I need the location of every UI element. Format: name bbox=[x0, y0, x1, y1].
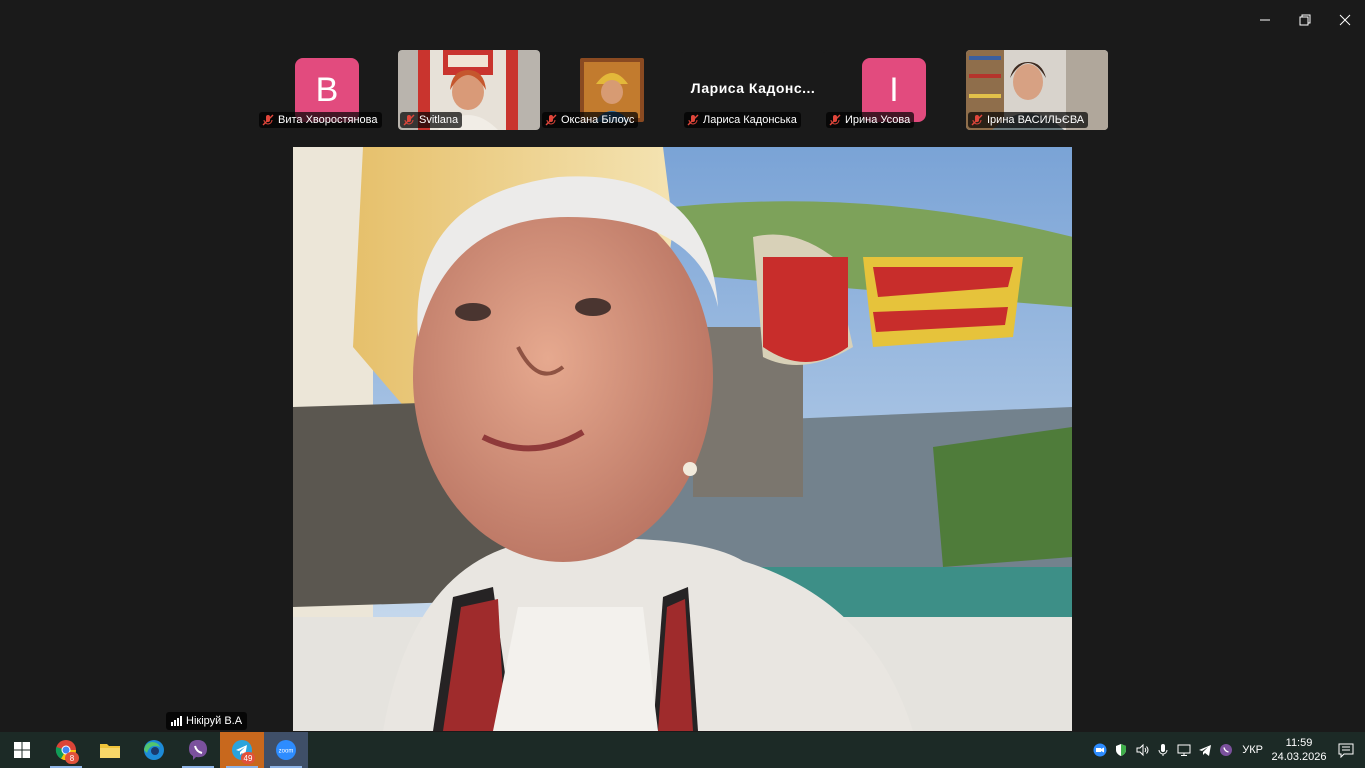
microphone-icon bbox=[1158, 744, 1168, 756]
language-indicator[interactable]: УКР bbox=[1242, 744, 1263, 756]
mic-muted-icon bbox=[262, 114, 274, 126]
participant-name: Ірина ВАСИЛЬЄВА bbox=[987, 114, 1085, 126]
window-controls bbox=[1245, 0, 1365, 40]
participant-name: Вита Хворостянова bbox=[278, 114, 378, 126]
mic-muted-icon bbox=[687, 114, 699, 126]
clock[interactable]: 11:59 24.03.2026 bbox=[1271, 736, 1327, 764]
close-icon bbox=[1339, 14, 1351, 26]
participant-name: Оксана Білоус bbox=[561, 114, 635, 126]
edge-icon bbox=[144, 740, 164, 760]
tray-network[interactable] bbox=[1173, 732, 1194, 768]
viber-tray-icon bbox=[1219, 744, 1232, 756]
action-center-button[interactable] bbox=[1327, 732, 1365, 768]
participant-label: Ірина ВАСИЛЬЄВА bbox=[968, 112, 1089, 128]
close-button[interactable] bbox=[1325, 0, 1365, 40]
restore-icon bbox=[1299, 14, 1311, 26]
clock-date: 24.03.2026 bbox=[1271, 751, 1327, 763]
taskbar-zoom[interactable]: zoom bbox=[264, 732, 308, 768]
notification-badge: 49 bbox=[241, 752, 255, 764]
minimize-button[interactable] bbox=[1245, 0, 1285, 40]
taskbar-telegram[interactable]: 49 bbox=[220, 732, 264, 768]
participant-gallery: B Вита Хворостянова Svitlana Оксана Біло… bbox=[0, 50, 1365, 130]
zoom-icon: zoom bbox=[276, 740, 296, 760]
taskbar: 8 49 zoom УКР 11:59 24.03.2026 bbox=[0, 732, 1365, 768]
notification-badge: 8 bbox=[65, 752, 79, 764]
signal-strength-icon bbox=[171, 716, 182, 726]
participant-display-name: Лариса Кадонс... bbox=[690, 80, 816, 96]
mic-muted-icon bbox=[545, 114, 557, 126]
mic-muted-icon bbox=[403, 114, 415, 126]
participant-tile[interactable]: Svitlana bbox=[398, 50, 540, 130]
participant-label: Вита Хворостянова bbox=[259, 112, 382, 128]
participant-label: Ирина Усова bbox=[826, 112, 915, 128]
tray-telegram[interactable] bbox=[1194, 732, 1215, 768]
tray-viber[interactable] bbox=[1215, 732, 1236, 768]
telegram-tray-icon bbox=[1198, 745, 1211, 756]
start-button[interactable] bbox=[0, 732, 44, 768]
tray-microphone[interactable] bbox=[1152, 732, 1173, 768]
folder-icon bbox=[100, 744, 120, 758]
participant-label: Лариса Кадонська bbox=[684, 112, 801, 128]
restore-button[interactable] bbox=[1285, 0, 1325, 40]
active-speaker-name: Нікіруй В.А bbox=[186, 715, 243, 727]
minimize-icon bbox=[1260, 19, 1270, 21]
taskbar-edge[interactable] bbox=[132, 732, 176, 768]
mic-muted-icon bbox=[829, 114, 841, 126]
windows-start-icon bbox=[14, 742, 30, 758]
taskbar-viber[interactable] bbox=[176, 732, 220, 768]
zoom-tray-icon bbox=[1093, 743, 1107, 757]
participant-tile[interactable]: Ірина ВАСИЛЬЄВА bbox=[966, 50, 1108, 130]
tray-security[interactable] bbox=[1110, 732, 1131, 768]
network-icon bbox=[1177, 744, 1191, 756]
clock-time: 11:59 bbox=[1285, 737, 1313, 749]
participant-name: Ирина Усова bbox=[845, 114, 911, 126]
participant-label: Оксана Білоус bbox=[542, 112, 639, 128]
participant-name: Лариса Кадонська bbox=[703, 114, 797, 126]
participant-name: Svitlana bbox=[419, 114, 459, 126]
participant-tile[interactable]: Лариса Кадонс... Лариса Кадонська bbox=[682, 50, 824, 130]
taskbar-file-explorer[interactable] bbox=[88, 732, 132, 768]
participant-label: Svitlana bbox=[400, 112, 463, 128]
system-tray: УКР 11:59 24.03.2026 bbox=[1089, 732, 1365, 768]
taskbar-chrome[interactable]: 8 bbox=[44, 732, 88, 768]
shield-icon bbox=[1115, 744, 1126, 756]
mic-muted-icon bbox=[971, 114, 983, 126]
speaker-icon bbox=[1136, 743, 1149, 757]
participant-tile[interactable]: I Ирина Усова bbox=[824, 50, 966, 130]
participant-tile[interactable]: B Вита Хворостянова bbox=[257, 50, 399, 130]
tray-zoom[interactable] bbox=[1089, 732, 1110, 768]
zoom-icon-label: zoom bbox=[279, 749, 294, 755]
active-speaker-video[interactable] bbox=[293, 147, 1072, 731]
participant-tile[interactable]: Оксана Білоус bbox=[540, 50, 682, 130]
notifications-icon bbox=[1338, 743, 1354, 758]
active-speaker-label: Нікіруй В.А bbox=[166, 712, 248, 730]
tray-volume[interactable] bbox=[1131, 732, 1152, 768]
viber-icon bbox=[189, 740, 207, 760]
